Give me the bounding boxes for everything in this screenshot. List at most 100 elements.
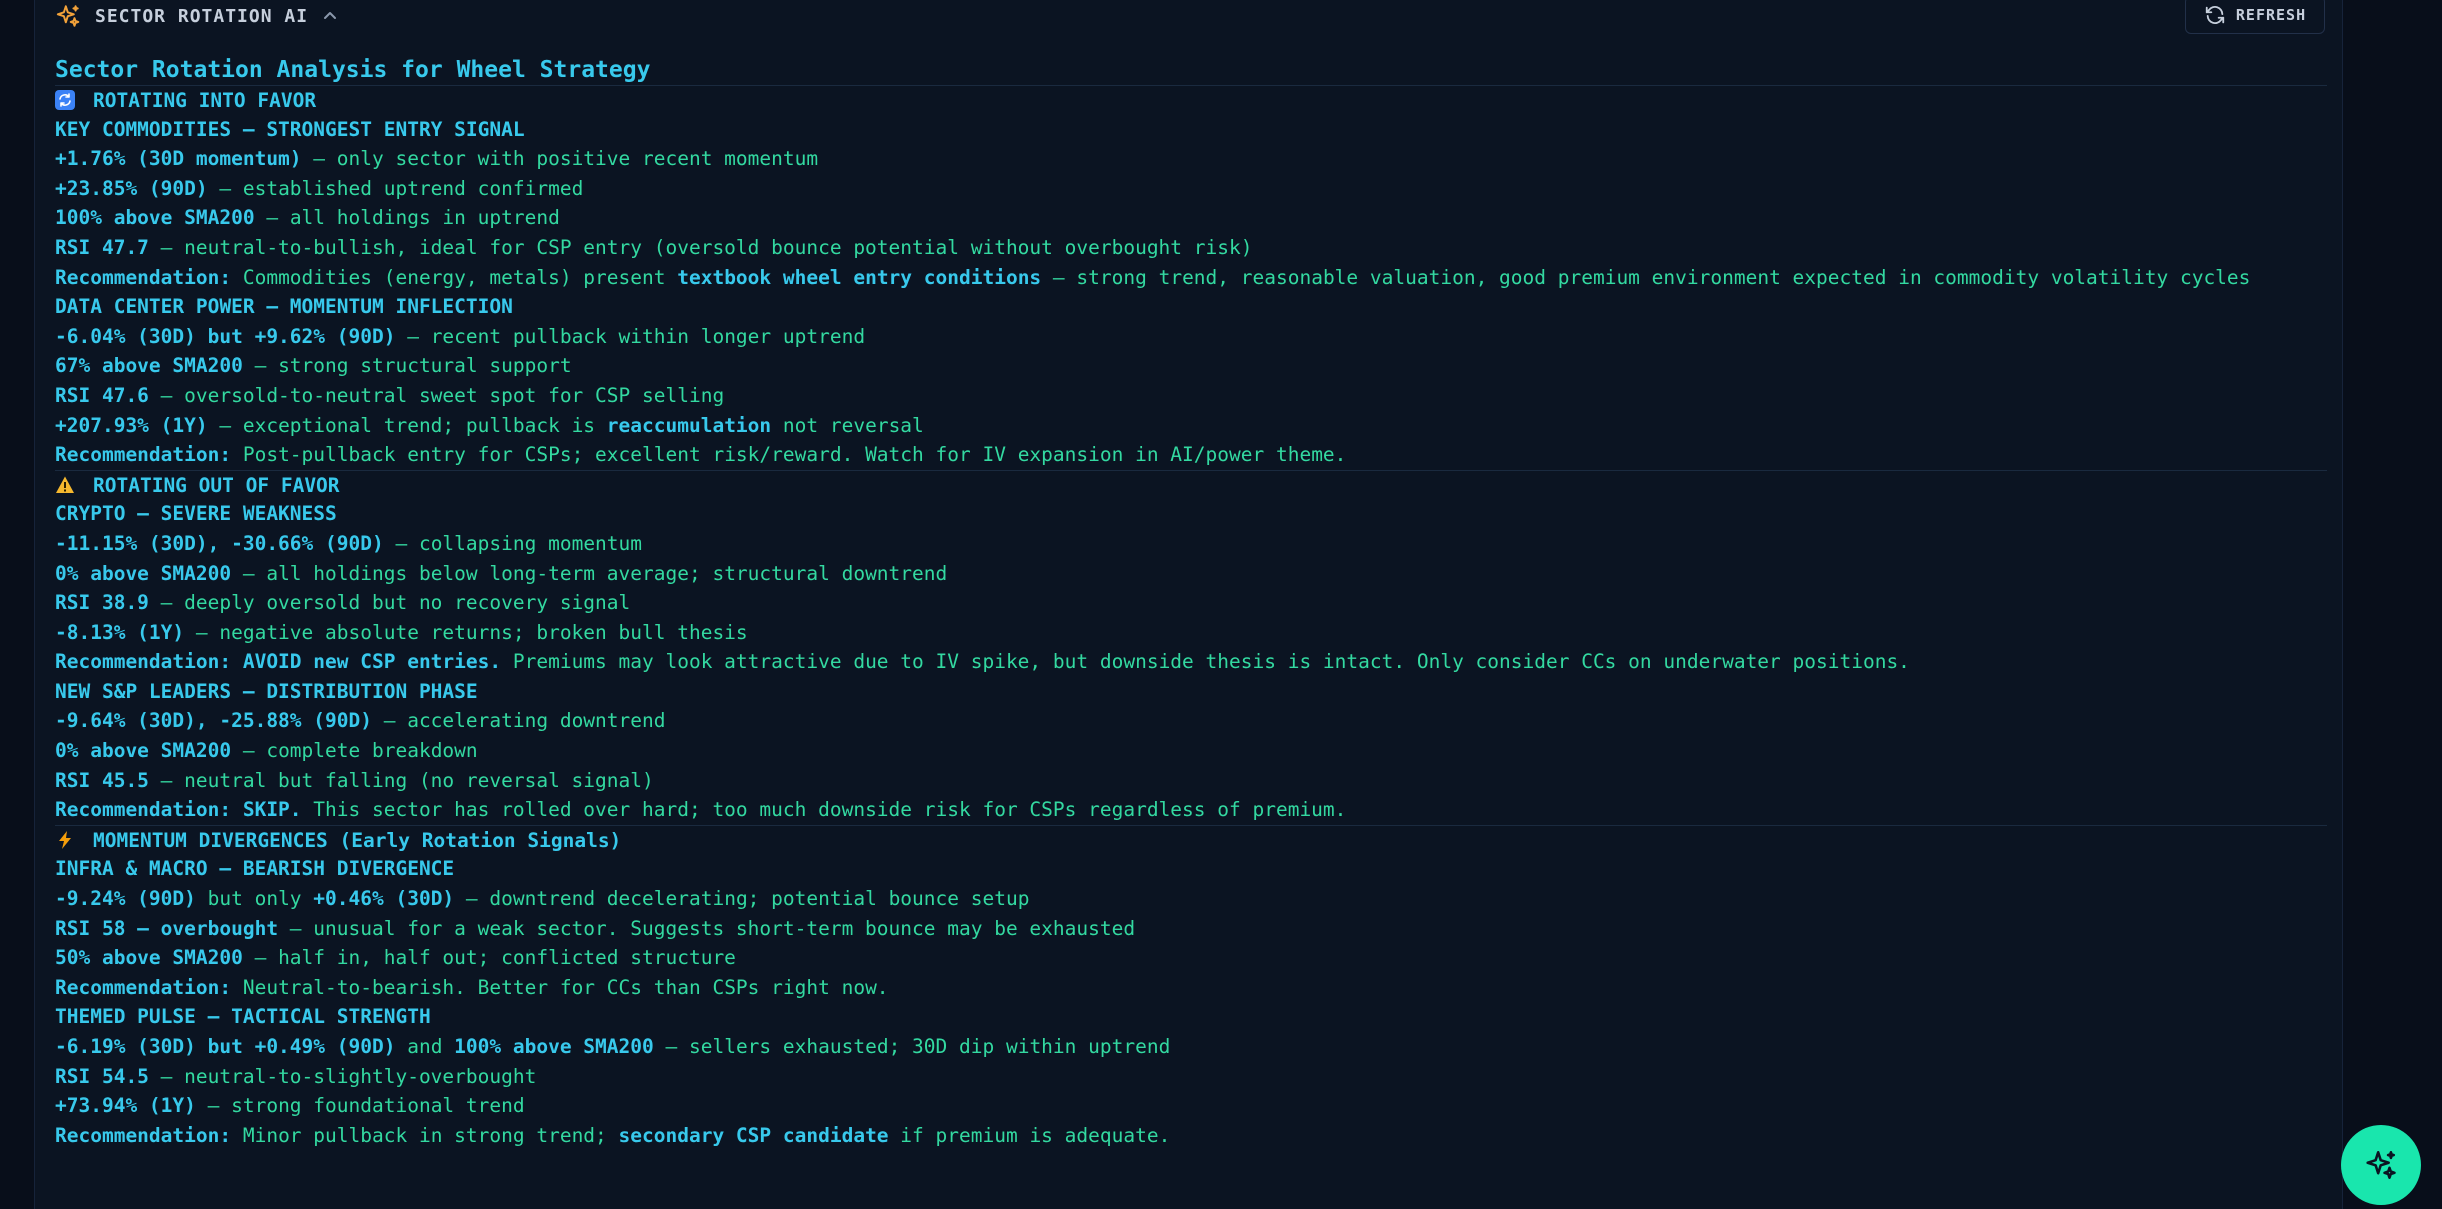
highlight-text: +1.76% (30D momentum) — [55, 147, 302, 171]
analysis-line: RSI 38.9 — deeply oversold but no recove… — [55, 588, 2327, 618]
panel-header[interactable]: SECTOR ROTATION AI REFRESH — [55, 0, 2325, 34]
analysis-line: RSI 58 — overbought — unusual for a weak… — [55, 914, 2327, 944]
analysis-line: +23.85% (90D) — established uptrend conf… — [55, 174, 2327, 204]
chevron-up-icon[interactable] — [322, 8, 338, 24]
body-text: — unusual for a weak sector. Suggests sh… — [278, 916, 1136, 940]
sparkle-icon — [2366, 1150, 2396, 1180]
body-text: — established uptrend confirmed — [207, 176, 584, 200]
panel-title: SECTOR ROTATION AI — [95, 5, 309, 27]
analysis-line: 0% above SMA200 — complete breakdown — [55, 736, 2327, 766]
highlight-text: RSI 47.6 — [55, 383, 149, 407]
highlight-text: RSI 45.5 — [55, 768, 149, 792]
body-text: — complete breakdown — [231, 739, 478, 763]
highlight-text: +207.93% (1Y) — [55, 413, 208, 437]
analysis-line: -6.19% (30D) but +0.49% (90D) and 100% a… — [55, 1032, 2327, 1062]
analysis-line: -8.13% (1Y) — negative absolute returns;… — [55, 618, 2327, 648]
page: SECTOR ROTATION AI REFRESH Sector Rotati… — [0, 0, 2442, 1209]
highlight-text: +0.46% (30D) — [313, 887, 455, 911]
analysis-line: RSI 47.7 — neutral-to-bullish, ideal for… — [55, 233, 2327, 263]
analysis-line: +73.94% (1Y) — strong foundational trend — [55, 1091, 2327, 1121]
analysis-line: Recommendation: Commodities (energy, met… — [55, 263, 2327, 293]
analysis-line: 50% above SMA200 — half in, half out; co… — [55, 943, 2327, 973]
body-text: — negative absolute returns; broken bull… — [184, 620, 748, 644]
analysis-line: RSI 47.6 — oversold-to-neutral sweet spo… — [55, 381, 2327, 411]
body-text: — neutral-to-bullish, ideal for CSP entr… — [148, 235, 1253, 259]
highlight-text: -9.64% (30D), -25.88% (90D) — [55, 709, 372, 733]
highlight-text: Recommendation: SKIP. — [55, 798, 302, 822]
highlight-text: -6.19% (30D) but +0.49% (90D) — [55, 1035, 396, 1058]
highlight-text: Recommendation: — [55, 975, 232, 999]
body-text: not reversal — [771, 413, 924, 437]
highlight-text: -6.04% (30D) but +9.62% (90D) — [55, 324, 396, 348]
analysis-line: 100% above SMA200 — all holdings in uptr… — [55, 203, 2327, 233]
sector-heading: THEMED PULSE — TACTICAL STRENGTH — [55, 1005, 431, 1029]
highlight-text: -8.13% (1Y) — [55, 620, 185, 644]
body-text: — downtrend decelerating; potential boun… — [454, 887, 1030, 911]
highlight-text: 100% above SMA200 — [55, 206, 255, 230]
body-text: — oversold-to-neutral sweet spot for CSP… — [148, 383, 725, 407]
rotate-arrows-icon — [55, 89, 75, 110]
report-content: Sector Rotation Analysis for Wheel Strat… — [55, 55, 2327, 1150]
analysis-line: +207.93% (1Y) — exceptional trend; pullb… — [55, 411, 2327, 441]
analysis-line: Recommendation: Minor pullback in strong… — [55, 1121, 2327, 1151]
body-text: if premium is adequate. — [888, 1123, 1171, 1147]
analysis-line: -9.64% (30D), -25.88% (90D) — accelerati… — [55, 706, 2327, 736]
sparkle-icon — [55, 3, 81, 29]
analysis-line: 67% above SMA200 — strong structural sup… — [55, 351, 2327, 381]
body-text: — sellers exhausted; 30D dip within uptr… — [653, 1035, 1171, 1058]
analysis-line: Recommendation: Neutral-to-bearish. Bett… — [55, 973, 2327, 1003]
highlight-text: +73.94% (1Y) — [55, 1094, 196, 1118]
body-text: Neutral-to-bearish. Better for CCs than … — [231, 975, 889, 999]
body-text: — recent pullback within longer uptrend — [395, 324, 866, 348]
body-text: — all holdings below long-term average; … — [231, 561, 948, 585]
warning-icon — [55, 474, 75, 494]
body-text: but only — [195, 887, 314, 911]
analysis-line: -11.15% (30D), -30.66% (90D) — collapsin… — [55, 529, 2327, 559]
highlight-text: 50% above SMA200 — [55, 946, 243, 970]
section-heading: ROTATING OUT OF FAVOR — [55, 469, 2327, 500]
section-heading-text: MOMENTUM DIVERGENCES (Early Rotation Sig… — [93, 828, 622, 852]
analysis-line: 0% above SMA200 — all holdings below lon… — [55, 559, 2327, 589]
analysis-line: RSI 54.5 — neutral-to-slightly-overbough… — [55, 1062, 2327, 1092]
sector-heading: INFRA & MACRO — BEARISH DIVERGENCE — [55, 857, 455, 881]
section-heading-text: ROTATING INTO FAVOR — [93, 89, 317, 112]
refresh-button[interactable]: REFRESH — [2185, 0, 2325, 34]
sector-rotation-panel: SECTOR ROTATION AI REFRESH Sector Rotati… — [34, 0, 2343, 1209]
section-heading: MOMENTUM DIVERGENCES (Early Rotation Sig… — [55, 824, 2327, 855]
sector-heading: KEY COMMODITIES — STRONGEST ENTRY SIGNAL — [55, 117, 525, 141]
body-text: — deeply oversold but no recovery signal — [148, 591, 631, 615]
highlight-text: 67% above SMA200 — [55, 354, 243, 378]
body-text: — collapsing momentum — [383, 531, 643, 555]
highlight-text: Recommendation: — [55, 265, 232, 289]
report-title: Sector Rotation Analysis for Wheel Strat… — [55, 57, 651, 83]
highlight-text: RSI 47.7 — [55, 235, 149, 259]
highlight-text: textbook wheel entry conditions — [677, 265, 1042, 289]
body-text: — half in, half out; conflicted structur… — [242, 946, 736, 970]
refresh-icon — [2204, 4, 2226, 26]
body-text: — accelerating downtrend — [371, 709, 666, 733]
ai-assistant-fab[interactable] — [2341, 1125, 2421, 1205]
highlight-text: 0% above SMA200 — [55, 561, 232, 585]
sector-heading: DATA CENTER POWER — MOMENTUM INFLECTION — [55, 295, 513, 319]
highlight-text: Recommendation: — [55, 443, 232, 467]
highlight-text: Recommendation: — [55, 1123, 232, 1147]
highlight-text: secondary CSP candidate — [618, 1123, 889, 1147]
section-heading-text: ROTATING OUT OF FAVOR — [93, 473, 340, 497]
sector-heading: NEW S&P LEADERS — DISTRIBUTION PHASE — [55, 679, 478, 703]
body-text: — exceptional trend; pullback is — [207, 413, 607, 437]
body-text: — all holdings in uptrend — [254, 206, 560, 230]
highlight-text: -9.24% (90D) — [55, 887, 196, 911]
refresh-label: REFRESH — [2235, 6, 2307, 24]
highlight-text: 100% above SMA200 — [454, 1035, 654, 1058]
lightning-icon — [55, 829, 75, 849]
body-text: This sector has rolled over hard; too mu… — [301, 798, 1347, 822]
highlight-text: RSI 54.5 — [55, 1064, 149, 1088]
highlight-text: reaccumulation — [606, 413, 772, 437]
body-text: — strong trend, reasonable valuation, go… — [1041, 265, 2251, 289]
analysis-line: RSI 45.5 — neutral but falling (no rever… — [55, 766, 2327, 796]
body-text: — strong foundational trend — [195, 1094, 525, 1118]
highlight-text: 0% above SMA200 — [55, 739, 232, 763]
highlight-text: Recommendation: AVOID new CSP entries. — [55, 650, 502, 674]
body-text: — neutral but falling (no reversal signa… — [148, 768, 654, 792]
highlight-text: RSI 58 — overbought — [55, 916, 279, 940]
